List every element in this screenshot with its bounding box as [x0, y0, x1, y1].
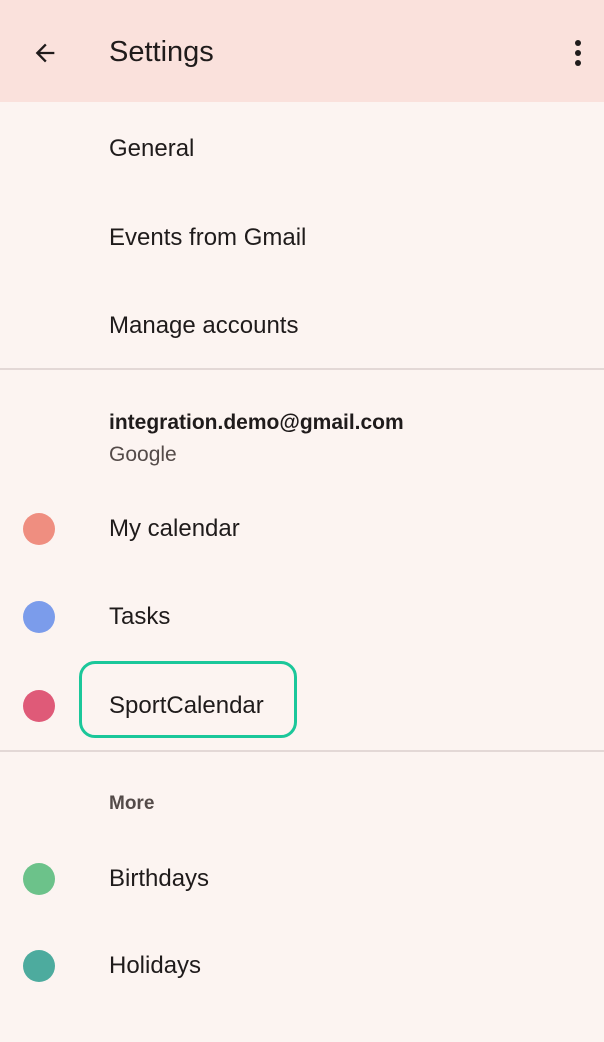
back-button[interactable] [22, 30, 68, 76]
calendar-label: Holidays [109, 952, 202, 979]
calendar-item-holidays[interactable]: Holidays [0, 926, 604, 1006]
menu-item-general[interactable]: General [0, 108, 604, 188]
calendar-label: Tasks [109, 603, 171, 630]
overflow-menu-button[interactable] [556, 30, 600, 76]
calendar-label: Birthdays [109, 865, 210, 892]
calendar-item-birthdays[interactable]: Birthdays [0, 839, 604, 919]
menu-item-manage-accounts[interactable]: Manage accounts [0, 286, 604, 366]
divider [0, 750, 604, 752]
arrow-back-icon [35, 43, 55, 63]
divider [0, 368, 604, 370]
calendar-item-my-calendar[interactable]: My calendar [0, 489, 604, 569]
calendar-color-dot [23, 950, 55, 982]
account-email: integration.demo@gmail.com [109, 411, 404, 434]
calendar-item-sportcalendar[interactable]: SportCalendar [0, 666, 604, 746]
section-header-more: More [109, 793, 155, 814]
account-type: Google [109, 443, 177, 466]
more-vert-icon [575, 40, 581, 66]
calendar-label: My calendar [109, 515, 240, 542]
app-bar: Settings [0, 0, 604, 102]
menu-item-label: Manage accounts [109, 312, 299, 339]
page-title: Settings [109, 36, 214, 68]
menu-item-label: Events from Gmail [109, 224, 307, 251]
calendar-color-dot [23, 601, 55, 633]
calendar-color-dot [23, 513, 55, 545]
menu-item-label: General [109, 135, 195, 162]
menu-item-events-from-gmail[interactable]: Events from Gmail [0, 197, 604, 277]
calendar-item-tasks[interactable]: Tasks [0, 577, 604, 657]
calendar-label: SportCalendar [109, 692, 264, 719]
calendar-color-dot [23, 690, 55, 722]
calendar-color-dot [23, 863, 55, 895]
